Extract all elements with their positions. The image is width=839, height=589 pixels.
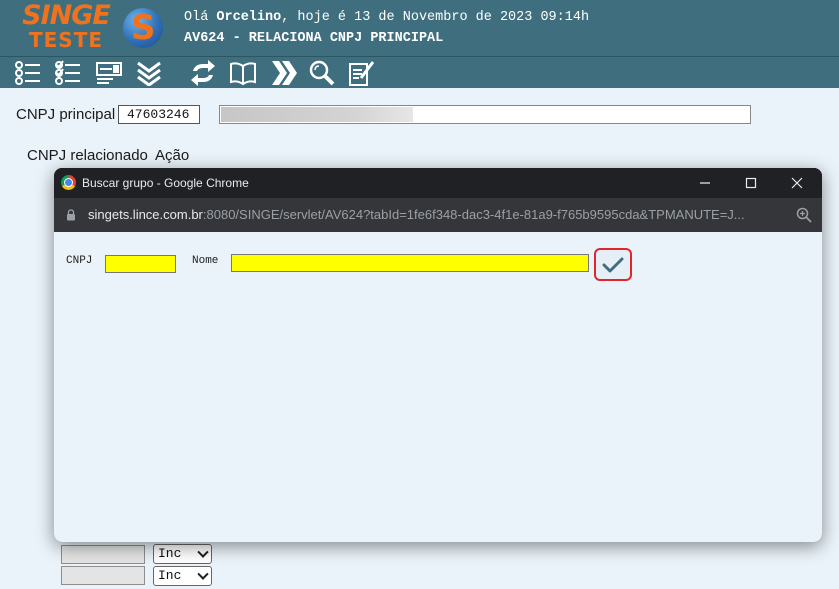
edit-button[interactable] [345, 59, 377, 87]
chevron-down-icon [197, 568, 209, 580]
popup-titlebar[interactable]: Buscar grupo - Google Chrome [54, 168, 822, 198]
minimize-button[interactable] [682, 168, 728, 198]
refresh-button[interactable] [187, 59, 219, 87]
search-icon [309, 60, 335, 86]
edit-document-icon [349, 61, 375, 86]
cnpj-search-input[interactable] [105, 255, 176, 273]
list-button[interactable] [12, 59, 44, 87]
singe-logo: SINGE TESTE [12, 0, 120, 52]
book-icon [230, 62, 256, 86]
redacted-text [221, 107, 413, 122]
double-chevron-down-icon [137, 61, 161, 86]
cnpj-principal-description [219, 105, 751, 124]
lock-icon [67, 209, 75, 221]
checklist-button[interactable] [52, 59, 84, 87]
close-icon [791, 177, 803, 189]
double-chevron-right-icon [272, 61, 297, 85]
program-title: AV624 - RELACIONA CNPJ PRINCIPAL [184, 31, 444, 46]
address-bar[interactable]: singets.lince.com.br:8080/SINGE/servlet/… [54, 198, 822, 232]
popup-title: Buscar grupo - Google Chrome [82, 176, 249, 190]
maximize-icon [745, 177, 757, 189]
toolbar [0, 56, 839, 88]
url-text: singets.lince.com.br:8080/SINGE/servlet/… [88, 207, 745, 222]
form-icon [96, 62, 122, 84]
singe-logo-icon: S [123, 8, 163, 48]
cnpj-relacionado-input[interactable] [61, 545, 145, 564]
popup-content: CNPJ Nome [54, 232, 822, 542]
acao-select[interactable]: Inc [153, 566, 212, 586]
nome-search-input[interactable] [231, 254, 589, 272]
next-button[interactable] [268, 59, 300, 87]
zoom-icon[interactable] [796, 207, 812, 223]
close-button[interactable] [774, 168, 820, 198]
expand-all-button[interactable] [133, 59, 165, 87]
chrome-icon [61, 175, 76, 190]
logo-environment-text: TESTE [28, 28, 103, 52]
help-button[interactable] [227, 59, 259, 87]
column-header-acao: Ação [155, 147, 190, 164]
greeting-text: Olá Orcelino, hoje é 13 de Novembro de 2… [184, 10, 590, 25]
logo-singe-text: SINGE [22, 0, 111, 31]
confirm-button[interactable] [594, 248, 632, 281]
column-header-cnpj-relacionado: CNPJ relacionado [27, 147, 148, 164]
checklist-icon [55, 60, 80, 85]
checkmark-icon [602, 257, 624, 272]
app-header: SINGE TESTE S Olá Orcelino, hoje é 13 de… [0, 0, 839, 56]
chevron-down-icon [197, 546, 209, 558]
refresh-icon [191, 60, 215, 86]
minimize-icon [700, 182, 710, 184]
cnpj-principal-input[interactable]: 47603246 [118, 105, 200, 124]
cnpj-label: CNPJ [66, 255, 93, 267]
cnpj-relacionado-input[interactable] [61, 566, 145, 585]
acao-select[interactable]: Inc [153, 544, 212, 564]
list-icon [15, 61, 40, 85]
cnpj-principal-label: CNPJ principal [16, 106, 116, 123]
popup-window: Buscar grupo - Google Chrome singets.lin… [54, 168, 822, 542]
form-button[interactable] [93, 59, 125, 87]
user-name: Orcelino [216, 10, 282, 25]
nome-label: Nome [192, 255, 219, 267]
maximize-button[interactable] [728, 168, 774, 198]
search-button[interactable] [306, 59, 338, 87]
